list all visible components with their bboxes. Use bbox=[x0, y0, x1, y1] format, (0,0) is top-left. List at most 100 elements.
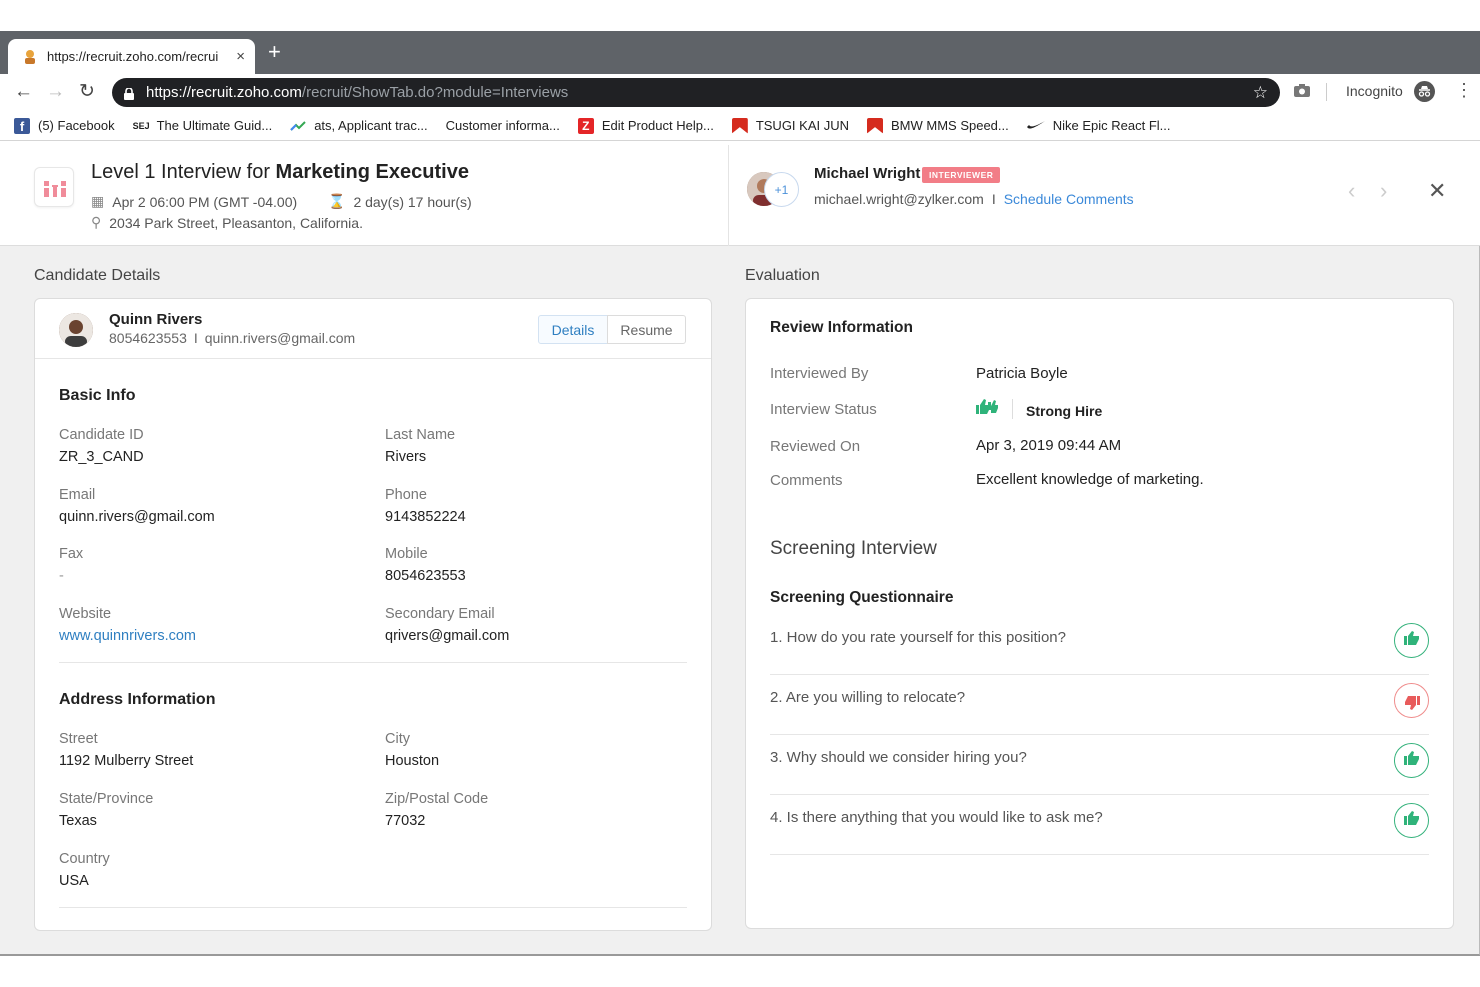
candidate-header: Quinn Rivers 8054623553 Iquinn.rivers@gma… bbox=[35, 299, 711, 359]
interview-icon bbox=[34, 167, 74, 207]
red-flag-icon bbox=[731, 117, 748, 134]
address-bar[interactable]: https://recruit.zoho.com/recruit/ShowTab… bbox=[112, 78, 1280, 107]
bookmark-item[interactable]: Nike Epic React Fl... bbox=[1026, 118, 1171, 134]
bookmark-label: ats, Applicant trac... bbox=[314, 118, 428, 133]
more-interviewers-count[interactable]: +1 bbox=[764, 172, 799, 207]
email-label: Email bbox=[59, 487, 96, 503]
window-bottom-border bbox=[0, 955, 1480, 956]
strong-hire-icon bbox=[976, 398, 998, 421]
interview-location: 2034 Park Street, Pleasanton, California… bbox=[109, 214, 363, 231]
separator: I bbox=[991, 191, 996, 207]
bookmark-label: The Ultimate Guid... bbox=[156, 118, 273, 133]
secondary-email-label: Secondary Email bbox=[385, 606, 495, 622]
comments-value: Excellent knowledge of marketing. bbox=[976, 471, 1204, 488]
trend-icon bbox=[290, 118, 306, 134]
website-label: Website bbox=[59, 606, 112, 622]
question-divider bbox=[770, 854, 1429, 855]
tab-details[interactable]: Details bbox=[538, 315, 608, 344]
url-path: /recruit/ShowTab.do?module=Interviews bbox=[301, 84, 569, 101]
thumbs-down-icon[interactable] bbox=[1394, 683, 1429, 718]
interview-role: Marketing Executive bbox=[275, 161, 469, 183]
schedule-comments-link[interactable]: Schedule Comments bbox=[1004, 191, 1134, 207]
thumbs-up-icon[interactable] bbox=[1394, 623, 1429, 658]
reload-icon[interactable]: ↻ bbox=[79, 82, 95, 101]
interview-duration-row: ⌛ 2 day(s) 17 hour(s) bbox=[328, 193, 472, 210]
question-text: 3. Why should we consider hiring you? bbox=[770, 749, 1027, 766]
interviewer-name: Michael Wright bbox=[814, 165, 921, 182]
red-flag-icon bbox=[867, 117, 883, 134]
camera-icon[interactable] bbox=[1294, 84, 1310, 97]
interviewer-avatars[interactable]: +1 bbox=[747, 172, 799, 208]
candidate-avatar bbox=[59, 313, 93, 347]
fax-value: - bbox=[59, 568, 64, 584]
reviewed-on-label: Reviewed On bbox=[770, 438, 861, 455]
toolbar-divider bbox=[1326, 83, 1327, 101]
question-divider bbox=[770, 794, 1429, 795]
bookmark-label: Edit Product Help... bbox=[601, 118, 714, 133]
browser-menu-icon[interactable]: ⋮ bbox=[1455, 80, 1473, 101]
website-link[interactable]: www.quinnrivers.com bbox=[59, 628, 196, 644]
last-name-value: Rivers bbox=[385, 449, 427, 465]
previous-arrow-icon[interactable]: ‹ bbox=[1348, 178, 1355, 204]
close-panel-icon[interactable]: ✕ bbox=[1428, 178, 1446, 204]
candidate-email: quinn.rivers@gmail.com bbox=[204, 330, 356, 346]
tab-strip: https://recruit.zoho.com/recrui × + bbox=[0, 31, 1480, 74]
evaluation-title: Evaluation bbox=[745, 267, 820, 284]
city-label: City bbox=[385, 731, 410, 747]
bookmark-label: (5) Facebook bbox=[38, 118, 115, 133]
bookmark-item[interactable]: Z Edit Product Help... bbox=[577, 117, 714, 134]
phone-label: Phone bbox=[385, 487, 427, 503]
zoho-icon: Z bbox=[577, 117, 594, 134]
top-whitespace bbox=[0, 0, 1480, 31]
separator: I bbox=[193, 330, 198, 346]
calendar-icon: ▦ bbox=[91, 193, 105, 209]
sej-icon: SEJ bbox=[132, 120, 150, 131]
browser-tab[interactable]: https://recruit.zoho.com/recrui × bbox=[8, 39, 255, 74]
forward-icon[interactable]: → bbox=[46, 82, 65, 101]
interview-status-value: Strong Hire bbox=[1026, 403, 1103, 419]
incognito-icon[interactable] bbox=[1414, 81, 1435, 102]
interviewer-contact: michael.wright@zylker.com I Schedule Comme… bbox=[814, 191, 1134, 207]
bookmark-label: Nike Epic React Fl... bbox=[1052, 118, 1171, 133]
phone-value: 9143852224 bbox=[385, 509, 466, 525]
interview-title-prefix: Level 1 Interview for bbox=[91, 161, 276, 183]
new-tab-button[interactable]: + bbox=[268, 41, 281, 63]
candidate-card: Quinn Rivers 8054623553 Iquinn.rivers@gma… bbox=[34, 298, 712, 931]
interview-title: Level 1 Interview for Marketing Executiv… bbox=[91, 161, 469, 184]
state-value: Texas bbox=[59, 813, 97, 829]
last-name-label: Last Name bbox=[385, 427, 456, 443]
back-icon[interactable]: ← bbox=[14, 82, 33, 101]
email-value: quinn.rivers@gmail.com bbox=[59, 509, 215, 525]
location-pin-icon: ⚲ bbox=[91, 214, 102, 230]
question-divider bbox=[770, 674, 1429, 675]
bookmark-item[interactable]: BMW MMS Speed... bbox=[867, 117, 1009, 134]
interview-datetime-row: ▦ Apr 2 06:00 PM (GMT -04.00) bbox=[91, 193, 297, 210]
next-arrow-icon[interactable]: › bbox=[1380, 178, 1387, 204]
tab-resume[interactable]: Resume bbox=[607, 315, 686, 344]
question-divider bbox=[770, 734, 1429, 735]
mobile-value: 8054623553 bbox=[385, 568, 466, 584]
screening-interview-title: Screening Interview bbox=[770, 538, 937, 559]
interview-datetime: Apr 2 06:00 PM (GMT -04.00) bbox=[112, 193, 298, 210]
incognito-label: Incognito bbox=[1346, 83, 1403, 99]
bookmark-item[interactable]: ats, Applicant trac... bbox=[290, 118, 428, 134]
fax-label: Fax bbox=[59, 546, 84, 562]
interview-status-label: Interview Status bbox=[770, 401, 877, 418]
candidate-name: Quinn Rivers bbox=[109, 311, 203, 328]
thumbs-up-icon[interactable] bbox=[1394, 803, 1429, 838]
bookmark-item[interactable]: Customer informa... bbox=[446, 118, 560, 134]
hourglass-icon: ⌛ bbox=[328, 193, 346, 209]
bookmark-star-icon[interactable]: ☆ bbox=[1253, 83, 1268, 103]
status-divider bbox=[1012, 399, 1013, 419]
basic-info-title: Basic Info bbox=[59, 387, 136, 404]
street-value: 1192 Mulberry Street bbox=[59, 753, 194, 769]
bookmark-item[interactable]: TSUGI KAI JUN bbox=[731, 117, 849, 134]
bookmark-item[interactable]: f (5) Facebook bbox=[14, 117, 115, 134]
zoho-recruit-favicon-icon bbox=[22, 49, 38, 65]
candidate-id-value: ZR_3_CAND bbox=[59, 449, 144, 465]
close-tab-icon[interactable]: × bbox=[236, 48, 245, 65]
thumbs-up-icon[interactable] bbox=[1394, 743, 1429, 778]
bookmark-item[interactable]: SEJ The Ultimate Guid... bbox=[133, 118, 273, 134]
question-text: 1. How do you rate yourself for this pos… bbox=[770, 629, 1066, 646]
question-text: 4. Is there anything that you would like… bbox=[770, 809, 1103, 826]
